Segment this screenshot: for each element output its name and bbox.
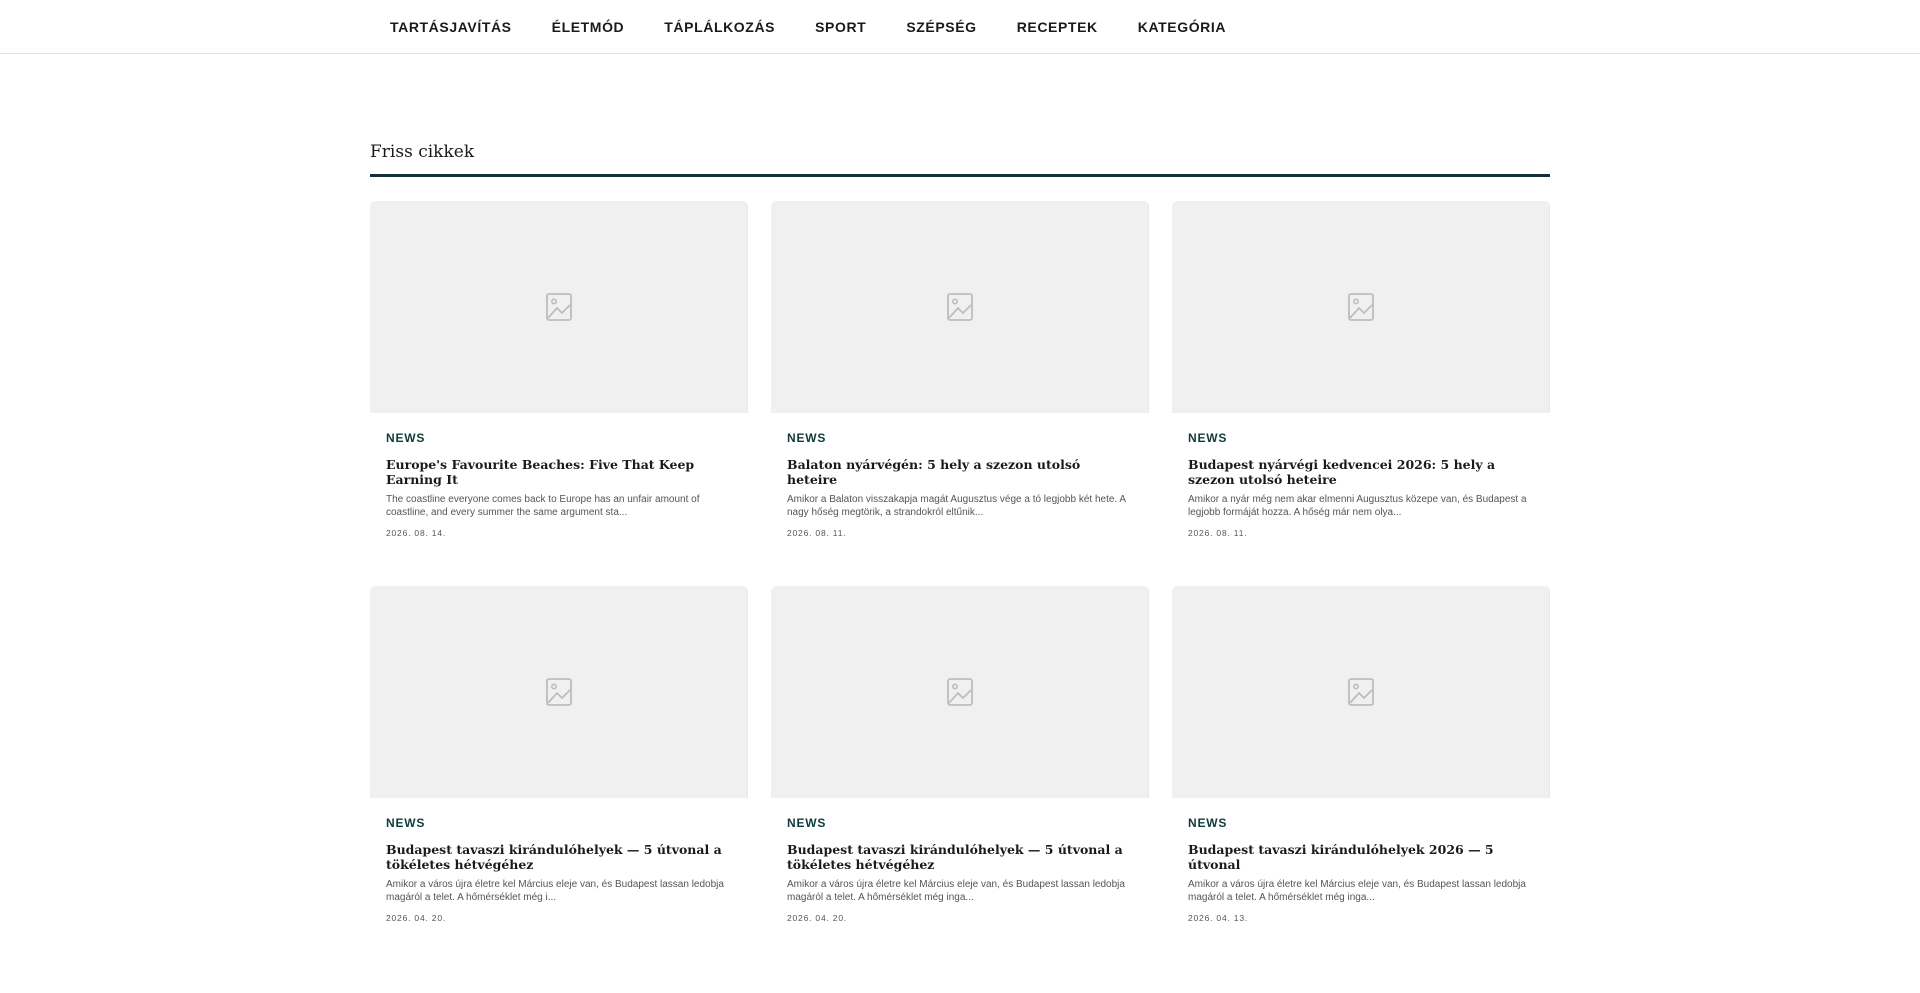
article-card[interactable]: NEWS Budapest tavaszi kirándulóhelyek 20… (1172, 586, 1550, 931)
article-card[interactable]: NEWS Europe's Favourite Beaches: Five Th… (370, 201, 748, 546)
article-title[interactable]: Europe's Favourite Beaches: Five That Ke… (386, 457, 731, 487)
article-date: 2026. 04. 20. (787, 913, 848, 923)
article-body: NEWS Budapest tavaszi kirándulóhelyek 20… (1172, 798, 1549, 931)
main-menu: TARTÁSJAVÍTÁS ÉLETMÓD TÁPLÁLKOZÁS SPORT … (370, 0, 1246, 53)
article-excerpt: The coastline everyone comes back to Eur… (386, 494, 700, 518)
section-title: Friss cikkek (370, 142, 475, 162)
image-placeholder-icon (545, 293, 572, 321)
article-date: 2026. 08. 11. (1188, 528, 1248, 538)
article-category[interactable]: NEWS (787, 431, 1132, 445)
article-title[interactable]: Budapest tavaszi kirándulóhelyek — 5 útv… (787, 842, 1132, 872)
nav-item-receptek[interactable]: RECEPTEK (997, 19, 1118, 35)
nav-item-kategoria[interactable]: KATEGÓRIA (1118, 19, 1246, 35)
article-excerpt: Amikor a város újra életre kel Március e… (1188, 879, 1526, 903)
nav-item-tartasjavitas[interactable]: TARTÁSJAVÍTÁS (370, 19, 532, 35)
image-placeholder-icon (545, 678, 572, 706)
article-thumbnail[interactable] (771, 201, 1149, 413)
article-title[interactable]: Budapest nyárvégi kedvencei 2026: 5 hely… (1188, 457, 1533, 487)
article-body: NEWS Budapest tavaszi kirándulóhelyek — … (370, 798, 747, 931)
article-category[interactable]: NEWS (787, 816, 1132, 830)
article-excerpt: Amikor a nyár még nem akar elmenni Augus… (1188, 494, 1527, 518)
article-title[interactable]: Budapest tavaszi kirándulóhelyek — 5 útv… (386, 842, 731, 872)
section-divider (370, 174, 1550, 177)
article-body: NEWS Europe's Favourite Beaches: Five Th… (370, 413, 747, 546)
article-title[interactable]: Balaton nyárvégén: 5 hely a szezon utols… (787, 457, 1132, 487)
article-thumbnail[interactable] (1172, 586, 1550, 798)
image-placeholder-icon (946, 678, 973, 706)
article-category[interactable]: NEWS (1188, 816, 1533, 830)
article-category[interactable]: NEWS (386, 816, 731, 830)
article-date: 2026. 08. 14. (386, 528, 447, 538)
article-body: NEWS Balaton nyárvégén: 5 hely a szezon … (771, 413, 1148, 546)
nav-item-eletmod[interactable]: ÉLETMÓD (532, 19, 645, 35)
article-thumbnail[interactable] (771, 586, 1149, 798)
nav-item-taplalkozas[interactable]: TÁPLÁLKOZÁS (644, 19, 795, 35)
article-thumbnail[interactable] (370, 586, 748, 798)
article-excerpt: Amikor a Balaton visszakapja magát Augus… (787, 494, 1126, 518)
article-thumbnail[interactable] (370, 201, 748, 413)
article-body: NEWS Budapest nyárvégi kedvencei 2026: 5… (1172, 413, 1549, 546)
recent-articles-section: Friss cikkek (370, 130, 1550, 177)
article-excerpt: Amikor a város újra életre kel Március e… (386, 879, 724, 903)
article-body: NEWS Budapest tavaszi kirándulóhelyek — … (771, 798, 1148, 931)
article-card[interactable]: NEWS Budapest tavaszi kirándulóhelyek — … (370, 586, 748, 931)
article-date: 2026. 04. 13. (1188, 913, 1249, 923)
article-category[interactable]: NEWS (386, 431, 731, 445)
article-card[interactable]: NEWS Balaton nyárvégén: 5 hely a szezon … (771, 201, 1149, 546)
article-thumbnail[interactable] (1172, 201, 1550, 413)
article-category[interactable]: NEWS (1188, 431, 1533, 445)
nav-item-szepseg[interactable]: SZÉPSÉG (886, 19, 996, 35)
article-grid: NEWS Europe's Favourite Beaches: Five Th… (370, 201, 1550, 931)
article-card[interactable]: NEWS Budapest nyárvégi kedvencei 2026: 5… (1172, 201, 1550, 546)
article-title[interactable]: Budapest tavaszi kirándulóhelyek 2026 — … (1188, 842, 1533, 872)
top-navigation: TARTÁSJAVÍTÁS ÉLETMÓD TÁPLÁLKOZÁS SPORT … (0, 0, 1920, 54)
image-placeholder-icon (946, 293, 973, 321)
article-card[interactable]: NEWS Budapest tavaszi kirándulóhelyek — … (771, 586, 1149, 931)
article-excerpt: Amikor a város újra életre kel Március e… (787, 879, 1125, 903)
article-date: 2026. 04. 20. (386, 913, 447, 923)
image-placeholder-icon (1347, 678, 1374, 706)
image-placeholder-icon (1347, 293, 1374, 321)
article-date: 2026. 08. 11. (787, 528, 847, 538)
nav-item-sport[interactable]: SPORT (795, 19, 886, 35)
